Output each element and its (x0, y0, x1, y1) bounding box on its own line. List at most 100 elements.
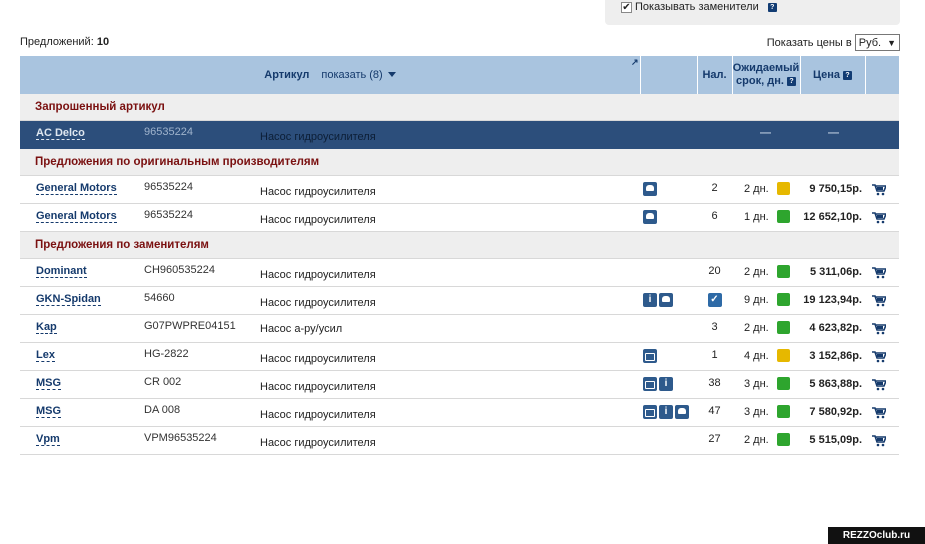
help-icon[interactable]: ? (843, 70, 853, 80)
table-row[interactable]: AC Delco 96535224 Насос гидроусилителя —… (20, 121, 899, 149)
cart-icon[interactable] (872, 435, 886, 447)
article-number: 96535224 (144, 126, 193, 138)
price: 19 123,94р. (803, 294, 862, 306)
availability-status-indicator (777, 210, 790, 223)
help-icon[interactable]: ? (767, 2, 777, 12)
table-row[interactable]: Lex HG-2822 Насос гидроусилителя 1 4 дн.… (20, 343, 899, 371)
package-icon[interactable] (643, 349, 657, 363)
car-icon[interactable] (643, 210, 657, 224)
header-divider (640, 56, 641, 94)
car-icon[interactable] (643, 182, 657, 196)
currency-selector: Показать цены в Руб. ▼ (767, 34, 900, 51)
brand-link[interactable]: MSG (36, 377, 62, 390)
brand-link[interactable]: AC Delco (36, 127, 85, 140)
cart-icon[interactable] (872, 184, 886, 196)
part-description: Насос гидроусилителя (260, 353, 376, 365)
brand-link[interactable]: Lex (36, 349, 55, 362)
watermark-logo: REZZOclub.ru (828, 527, 925, 544)
article-number: 96535224 (144, 181, 193, 193)
table-header: Артикул показать (8) ↗ Нал. Ожидаемый ср… (20, 56, 899, 94)
show-substitutes-label: Показывать заменители (635, 1, 759, 13)
price: 7 580,92р. (809, 406, 862, 418)
article-number: 96535224 (144, 209, 193, 221)
delivery-days: 4 дн. (744, 350, 769, 362)
article-number: CH960535224 (144, 264, 215, 276)
package-icon[interactable] (643, 405, 657, 419)
section-substitutes: Предложения по заменителям (20, 232, 899, 259)
info-icons: i (643, 405, 689, 419)
brand-link[interactable]: General Motors (36, 210, 117, 223)
part-description: Насос гидроусилителя (260, 269, 376, 281)
offers-count: Предложений: 10 (20, 36, 109, 48)
cart-icon[interactable] (872, 295, 886, 307)
price: 3 152,86р. (809, 350, 862, 362)
cart-icon[interactable] (872, 323, 886, 335)
availability-status-indicator (777, 182, 790, 195)
brand-link[interactable]: General Motors (36, 182, 117, 195)
info-icon[interactable]: i (659, 377, 673, 391)
show-more-toggle[interactable]: показать (8) (321, 68, 396, 82)
expected-header-line2-text: срок, дн. (736, 75, 784, 87)
delivery-days: 2 дн. (744, 183, 769, 195)
part-description: Насос гидроусилителя (260, 186, 376, 198)
show-more-label: показать (8) (321, 68, 383, 81)
article-number: CR 002 (144, 376, 182, 388)
table-row[interactable]: Vpm VPM96535224 Насос гидроусилителя 27 … (20, 427, 899, 455)
cart-icon[interactable] (872, 212, 886, 224)
article-header-label: Артикул (264, 68, 310, 81)
price: 5 311,06р. (810, 266, 862, 278)
brand-link[interactable]: MSG (36, 405, 62, 418)
package-icon[interactable] (643, 377, 657, 391)
offers-table: Артикул показать (8) ↗ Нал. Ожидаемый ср… (20, 56, 899, 455)
table-row[interactable]: GKN-Spidan 54660 Насос гидроусилителя i … (20, 287, 899, 315)
table-row[interactable]: MSG CR 002 Насос гидроусилителя i 38 3 д… (20, 371, 899, 399)
table-row[interactable]: MSG DA 008 Насос гидроусилителя i 47 3 д… (20, 399, 899, 427)
price-header-label: Цена (812, 68, 840, 81)
show-substitutes-checkbox[interactable]: ✔ (621, 1, 632, 13)
expand-arrow-icon[interactable]: ↗ (631, 57, 639, 68)
article-number: 54660 (144, 292, 175, 304)
delivery-days: 3 дн. (744, 378, 769, 390)
expected-header-line1: Ожидаемый (732, 62, 800, 74)
cart-icon[interactable] (872, 267, 886, 279)
stock-qty: 47 (708, 405, 721, 417)
stock-qty: 38 (708, 377, 721, 389)
availability-status-indicator (777, 293, 790, 306)
car-icon[interactable] (675, 405, 689, 419)
cart-icon[interactable] (872, 407, 886, 419)
table-row[interactable]: General Motors 96535224 Насос гидроусили… (20, 176, 899, 204)
info-icon[interactable]: i (643, 293, 657, 307)
delivery-days: 2 дн. (744, 266, 769, 278)
header-divider (865, 56, 866, 94)
stock-qty: 2 (711, 182, 718, 194)
info-icons: i (643, 293, 673, 307)
table-row[interactable]: General Motors 96535224 Насос гидроусили… (20, 204, 899, 232)
car-icon[interactable] (659, 293, 673, 307)
dropdown-arrow-icon: ▼ (887, 37, 896, 48)
offers-number: 10 (96, 36, 110, 48)
help-icon[interactable]: ? (786, 76, 796, 86)
expected-header-line2: срок, дн. ? (736, 75, 796, 88)
offers-label: Предложений: (20, 36, 94, 48)
brand-link[interactable]: Dominant (36, 265, 87, 278)
price: 5 515,09р. (809, 434, 862, 446)
show-substitutes-toggle[interactable]: ✔ Показывать заменители ? (621, 1, 777, 13)
brand-link[interactable]: Vpm (36, 433, 60, 446)
info-icon[interactable]: i (659, 405, 673, 419)
table-row[interactable]: Dominant CH960535224 Насос гидроусилител… (20, 259, 899, 287)
availability-status-indicator (777, 377, 790, 390)
price-empty: — (828, 127, 839, 139)
currency-select[interactable]: Руб. ▼ (854, 34, 900, 51)
section-original: Предложения по оригинальным производител… (20, 149, 899, 176)
availability-status-indicator (777, 265, 790, 278)
availability-status-indicator (777, 349, 790, 362)
cart-icon[interactable] (872, 351, 886, 363)
part-description: Насос гидроусилителя (260, 437, 376, 449)
table-row[interactable]: Kap G07PWPRE04151 Насос а-ру/усил 3 2 дн… (20, 315, 899, 343)
part-description: Насос гидроусилителя (260, 131, 376, 143)
cart-icon[interactable] (872, 379, 886, 391)
brand-link[interactable]: Kap (36, 321, 57, 334)
brand-link[interactable]: GKN-Spidan (36, 293, 101, 306)
stock-empty: — (760, 127, 771, 139)
delivery-days: 2 дн. (744, 434, 769, 446)
